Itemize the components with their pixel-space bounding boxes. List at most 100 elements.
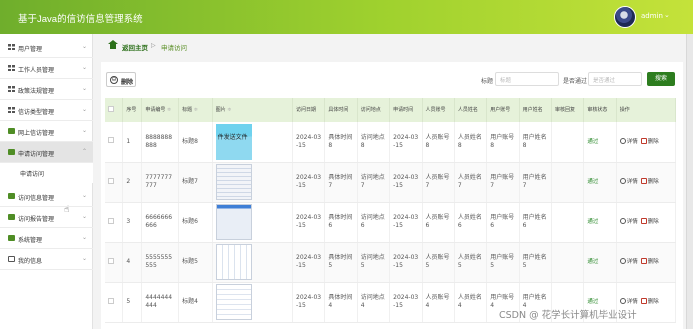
sidebar-item-online-petition[interactable]: 网上信访管理 ⌄ xyxy=(0,121,93,142)
minus-circle-icon: ⊖ xyxy=(110,76,118,84)
column-header[interactable]: 标题 ≑ xyxy=(178,98,213,122)
thumbnail-image[interactable] xyxy=(215,164,252,200)
detail-button[interactable]: 详情 xyxy=(619,298,638,306)
detail-button[interactable]: 详情 xyxy=(619,137,638,146)
delete-button[interactable]: ⊖ 删除 xyxy=(106,72,136,87)
page-icon xyxy=(8,256,15,262)
row-delete-button[interactable]: 删除 xyxy=(640,298,659,306)
row-select[interactable] xyxy=(105,202,124,243)
breadcrumb-separator-icon: ▷ xyxy=(151,42,156,49)
row-select[interactable] xyxy=(105,242,124,283)
sidebar-item-label: 申请访问管理 xyxy=(18,151,55,158)
cell-place: 访问地点4 xyxy=(357,282,391,323)
table-row: 1 8888888888 标题8 件发送文件 2024-03-15 具体时间8 访问地点8 2… xyxy=(105,122,677,163)
row-delete-button[interactable]: 删除 xyxy=(640,178,659,186)
cell-apply-time: 2024-03-15 xyxy=(389,162,423,203)
column-header[interactable]: 申请编号 ≑ xyxy=(141,98,180,122)
column-header[interactable]: 图片 ≑ xyxy=(212,98,294,122)
cell-code: 8888888888 xyxy=(141,122,180,163)
status-badge: 通过 xyxy=(587,299,599,305)
column-header[interactable]: 具体时间 xyxy=(324,98,358,122)
chevron-down-icon: ⌄ xyxy=(82,127,88,134)
column-header[interactable]: 审核状态 xyxy=(583,98,617,122)
home-icon[interactable] xyxy=(108,40,118,49)
sidebar-item-label: 访问信息管理 xyxy=(18,195,55,202)
cell-staff-name: 人员姓名7 xyxy=(454,162,488,203)
chevron-down-icon: ⌄ xyxy=(82,43,88,50)
detail-icon xyxy=(619,258,626,264)
checkbox[interactable] xyxy=(108,105,114,112)
row-select[interactable] xyxy=(105,282,124,323)
column-header[interactable]: 用户姓名 xyxy=(519,98,553,122)
breadcrumb-home-link[interactable]: 返回主页 xyxy=(122,42,148,52)
row-select[interactable] xyxy=(105,122,124,163)
sidebar-item-visit-info[interactable]: 访问信息管理 ⌄ xyxy=(0,186,93,207)
sidebar-item-visit-application[interactable]: 申请访问管理 ⌃ xyxy=(0,142,93,163)
chevron-up-icon: ⌃ xyxy=(82,148,88,155)
header-select-all[interactable] xyxy=(105,98,124,122)
column-header[interactable]: 人员账号 xyxy=(422,98,455,122)
cell-time: 具体时间7 xyxy=(324,162,358,203)
detail-button[interactable]: 详情 xyxy=(619,178,638,186)
sidebar-item-system[interactable]: 系统管理 ⌄ xyxy=(0,228,93,249)
chevron-down-icon: ⌄ xyxy=(82,192,88,199)
cell-time: 具体时间8 xyxy=(324,122,358,163)
thumbnail-image[interactable] xyxy=(215,244,252,280)
checkbox[interactable] xyxy=(108,297,114,304)
sidebar-item-user-management[interactable]: 用户管理 ⌄ xyxy=(0,37,93,58)
thumbnail-image[interactable] xyxy=(215,204,252,240)
column-header[interactable]: 用户账号 xyxy=(486,98,520,122)
sidebar-item-my-info[interactable]: 我的信息 ⌄ xyxy=(0,249,93,270)
sidebar-subitem-apply-visit[interactable]: 申请访问 xyxy=(0,163,93,183)
row-delete-button[interactable]: 删除 xyxy=(640,258,659,266)
search-button[interactable]: 搜索 xyxy=(647,72,675,86)
cell-staff-account: 人员账号4 xyxy=(422,282,455,323)
trash-icon xyxy=(640,298,647,304)
thumbnail-image[interactable] xyxy=(215,284,252,320)
column-header[interactable]: 审核回复 xyxy=(551,98,585,122)
cell-title: 标题8 xyxy=(178,122,213,163)
column-header[interactable]: 访问日期 xyxy=(292,98,326,122)
sidebar-item-petition-type[interactable]: 信访类型管理 ⌄ xyxy=(0,100,93,121)
trash-icon xyxy=(640,137,647,144)
chevron-down-icon[interactable]: ⌄ xyxy=(664,11,670,19)
checkbox[interactable] xyxy=(108,177,114,184)
avatar[interactable] xyxy=(614,6,636,28)
cell-title: 标题5 xyxy=(178,242,213,283)
column-header[interactable]: 申请时间 xyxy=(389,98,423,122)
cell-staff-account: 人员账号7 xyxy=(422,162,455,203)
cell-staff-account: 人员账号6 xyxy=(422,202,455,243)
sidebar-item-policy-management[interactable]: 政策法规管理 ⌄ xyxy=(0,79,93,100)
delete-button-label: 删除 xyxy=(121,78,134,86)
cell-place: 访问地点8 xyxy=(357,122,391,163)
sidebar-item-label: 工作人员管理 xyxy=(18,67,55,74)
cell-user-account: 用户账号8 xyxy=(486,122,520,163)
checkbox[interactable] xyxy=(108,217,114,224)
detail-icon xyxy=(619,218,626,224)
row-delete-button[interactable]: 删除 xyxy=(640,218,659,226)
status-filter-input[interactable]: 是否通过 xyxy=(588,72,642,86)
cell-index: 1 xyxy=(122,122,143,163)
row-delete-button[interactable]: 删除 xyxy=(640,137,659,146)
green-block-icon xyxy=(8,193,15,199)
title-filter-input[interactable]: 标题 xyxy=(495,72,559,86)
column-header[interactable]: 访问地点 xyxy=(357,98,391,122)
cell-status: 通过 xyxy=(583,202,617,243)
cell-apply-time: 2024-03-15 xyxy=(389,122,423,163)
sidebar-item-visit-report[interactable]: 访问报告管理 ⌄ xyxy=(0,207,93,228)
thumbnail-image[interactable]: 件发送文件 xyxy=(215,123,252,160)
sidebar-item-staff-management[interactable]: 工作人员管理 ⌄ xyxy=(0,58,93,79)
checkbox[interactable] xyxy=(108,257,114,264)
chevron-down-icon: ⌄ xyxy=(82,255,88,262)
breadcrumb-current: 申请访问 xyxy=(161,44,187,52)
trash-icon xyxy=(640,218,647,224)
user-name[interactable]: admin xyxy=(641,12,663,20)
scrollbar[interactable] xyxy=(686,34,693,329)
detail-button[interactable]: 详情 xyxy=(619,218,638,226)
cell-picture xyxy=(212,162,294,203)
checkbox[interactable] xyxy=(108,137,114,144)
row-select[interactable] xyxy=(105,162,124,203)
detail-button[interactable]: 详情 xyxy=(619,258,638,266)
cell-picture: 件发送文件 xyxy=(212,122,294,163)
column-header[interactable]: 人员姓名 xyxy=(454,98,488,122)
